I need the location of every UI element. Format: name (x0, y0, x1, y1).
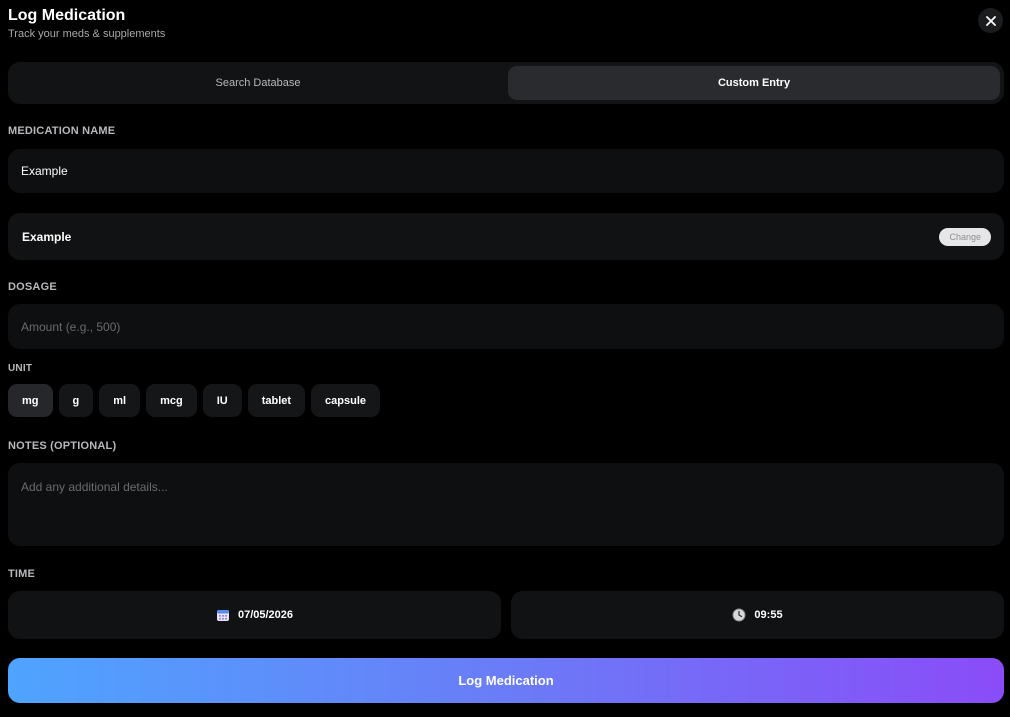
unit-label: UNIT (8, 363, 33, 374)
dosage-input[interactable]: Amount (e.g., 500) (8, 304, 1004, 349)
unit-option-tablet[interactable]: tablet (247, 384, 306, 417)
page-title: Log Medication (8, 7, 126, 24)
medication-name-input[interactable]: Example (8, 149, 1004, 193)
unit-option-capsule[interactable]: capsule (311, 384, 381, 417)
selected-medication: Example Change (8, 213, 1004, 260)
unit-option-g[interactable]: g (58, 384, 94, 417)
unit-selector: mg g ml mcg IU tablet capsule (8, 384, 381, 417)
log-medication-button[interactable]: Log Medication (8, 658, 1004, 703)
time-label: TIME (8, 568, 36, 580)
notes-textarea[interactable]: Add any additional details... (8, 463, 1004, 546)
clock-icon (732, 608, 746, 622)
unit-option-mcg[interactable]: mcg (146, 384, 197, 417)
close-icon (985, 15, 996, 26)
calendar-icon (216, 610, 229, 621)
dosage-placeholder: Amount (e.g., 500) (21, 319, 121, 334)
unit-option-ml[interactable]: ml (99, 384, 141, 417)
time-value: 09:55 (754, 609, 783, 621)
change-button[interactable]: Change (939, 227, 991, 246)
page-subtitle: Track your meds & supplements (8, 28, 166, 40)
tab-custom-entry[interactable]: Custom Entry (508, 66, 1000, 100)
close-button[interactable] (978, 8, 1003, 33)
entry-mode-tabs: Search Database Custom Entry (8, 62, 1004, 104)
log-medication-label: Log Medication (458, 673, 554, 688)
date-picker[interactable]: 07/05/2026 (8, 591, 501, 639)
unit-option-iu[interactable]: IU (202, 384, 242, 417)
unit-option-mg[interactable]: mg (8, 384, 53, 417)
medication-name-label: MEDICATION NAME (8, 125, 116, 137)
notes-placeholder: Add any additional details... (21, 480, 168, 494)
modal-header: Log Medication Track your meds & supplem… (8, 4, 165, 40)
date-value: 07/05/2026 (237, 609, 294, 621)
medication-name-value: Example (21, 164, 68, 178)
notes-label: NOTES (OPTIONAL) (8, 440, 117, 452)
tab-search-database[interactable]: Search Database (12, 66, 504, 100)
time-picker[interactable]: 09:55 (511, 591, 1004, 639)
dosage-label: DOSAGE (8, 281, 57, 293)
selected-medication-name: Example (22, 229, 72, 244)
